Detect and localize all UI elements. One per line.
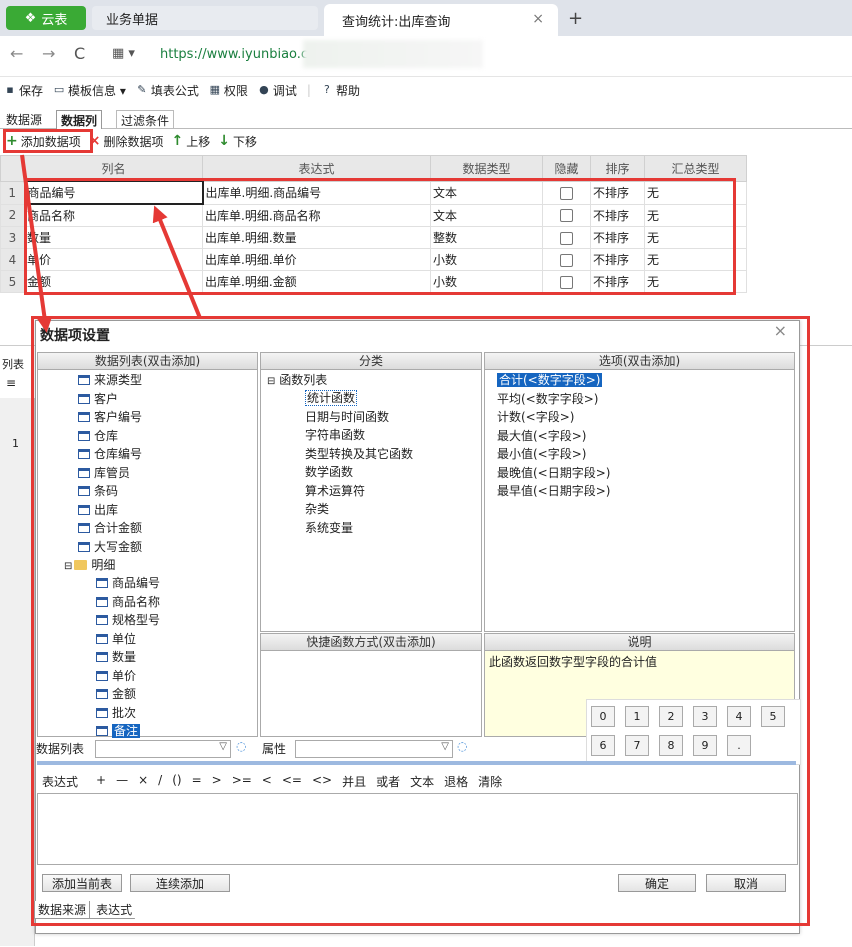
arrow-add-to-dialog <box>20 154 53 333</box>
arrow-dialog-to-grid <box>152 205 202 319</box>
annotation-arrows <box>20 154 202 333</box>
